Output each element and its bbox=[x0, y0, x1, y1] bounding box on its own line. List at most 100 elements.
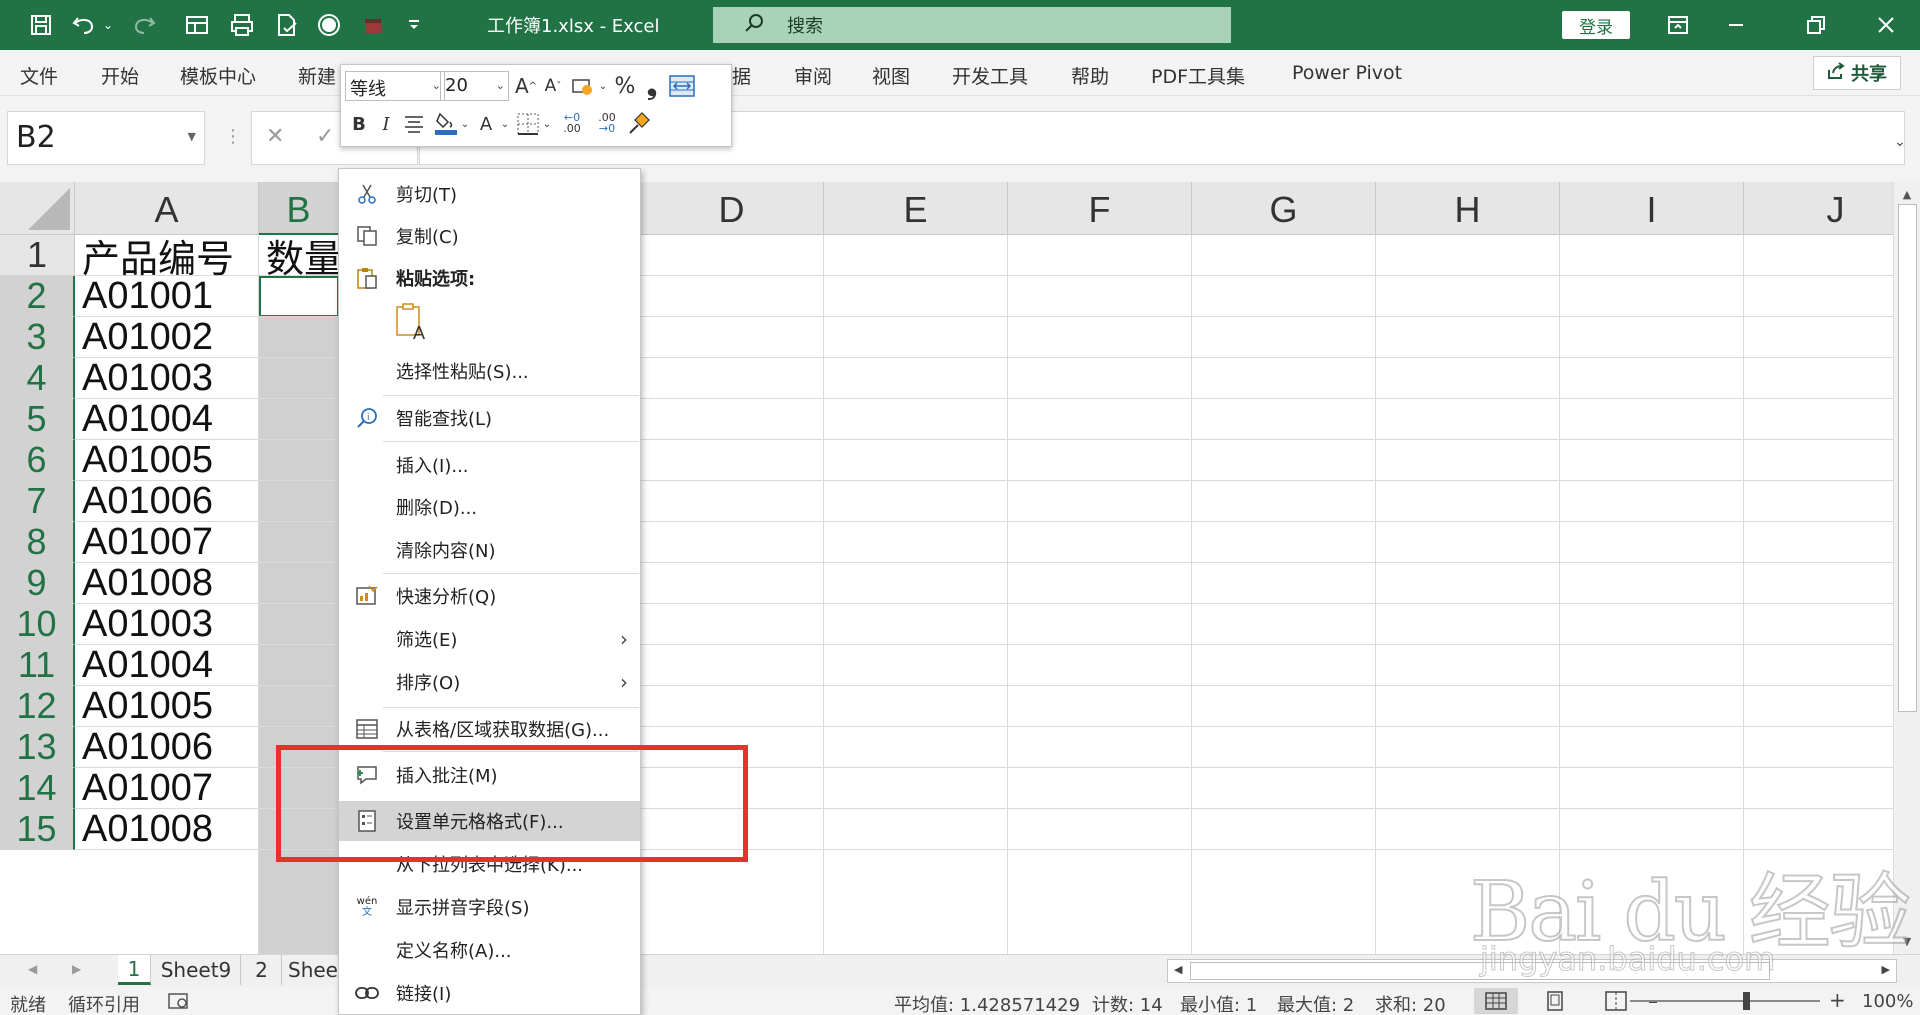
cell-a[interactable]: A01004 bbox=[75, 399, 259, 440]
row-header[interactable]: 15 bbox=[0, 808, 75, 850]
chevron-down-icon[interactable]: ⌄ bbox=[499, 110, 511, 138]
align-center-icon[interactable] bbox=[401, 110, 427, 138]
row-header[interactable]: 14 bbox=[0, 767, 75, 809]
formula-bar-splitter[interactable]: ⋮ bbox=[224, 126, 242, 147]
decrease-decimal-icon[interactable]: .00 →0 bbox=[591, 109, 623, 137]
print-preview-icon[interactable] bbox=[228, 12, 256, 38]
form-icon[interactable] bbox=[183, 12, 211, 38]
paste-text-only-icon[interactable]: A bbox=[394, 301, 430, 343]
chevron-down-icon[interactable]: ⌄ bbox=[459, 110, 471, 138]
search-box[interactable]: 搜索 bbox=[713, 7, 1231, 43]
cancel-icon[interactable]: ✕ bbox=[266, 124, 284, 149]
cell-b[interactable]: 数量 bbox=[259, 235, 339, 276]
menu-item-define-name[interactable]: 定义名称(A)... bbox=[339, 930, 640, 970]
decrease-font-size-icon[interactable]: Aˇ bbox=[541, 72, 565, 100]
chevron-down-icon[interactable]: ⌄ bbox=[541, 110, 553, 138]
column-header-d[interactable]: D bbox=[640, 182, 824, 235]
status-sum[interactable]: 求和: 20 bbox=[1375, 991, 1446, 1015]
cell-a[interactable]: A01007 bbox=[75, 768, 259, 809]
menu-item-show-pinyin[interactable]: wén 文 显示拼音字段(S) bbox=[339, 887, 640, 927]
menu-item-link[interactable]: 链接(I) bbox=[339, 973, 640, 1013]
tab-view[interactable]: 视图 bbox=[872, 62, 910, 89]
cell-a[interactable]: A01006 bbox=[75, 481, 259, 522]
font-color-icon[interactable]: A bbox=[475, 110, 497, 138]
tab-pdf-tools[interactable]: PDF工具集 bbox=[1151, 62, 1245, 89]
column-header-a[interactable]: A bbox=[75, 182, 259, 235]
status-circular-reference[interactable]: 循环引用 bbox=[68, 991, 140, 1015]
column-header-f[interactable]: F bbox=[1008, 182, 1192, 235]
menu-item-filter[interactable]: 筛选(E) › bbox=[339, 619, 640, 659]
sheet-tab[interactable]: Sheet9 bbox=[152, 955, 241, 985]
column-header-e[interactable]: E bbox=[824, 182, 1008, 235]
row-header[interactable]: 2 bbox=[0, 275, 75, 317]
record-icon[interactable] bbox=[316, 12, 342, 38]
cell-a[interactable]: A01004 bbox=[75, 645, 259, 686]
status-max[interactable]: 最大值: 2 bbox=[1277, 991, 1354, 1015]
row-header[interactable]: 10 bbox=[0, 603, 75, 645]
merge-center-icon[interactable] bbox=[667, 72, 697, 100]
row-header[interactable]: 12 bbox=[0, 685, 75, 727]
font-name-box[interactable]: 等线 ⌄ bbox=[345, 71, 445, 101]
menu-item-clear-contents[interactable]: 清除内容(N) bbox=[339, 530, 640, 570]
row-header[interactable]: 13 bbox=[0, 726, 75, 768]
save-icon[interactable] bbox=[28, 12, 54, 38]
cell-a[interactable]: A01002 bbox=[75, 317, 259, 358]
tab-power-pivot[interactable]: Power Pivot bbox=[1292, 62, 1402, 84]
page-layout-view-icon[interactable] bbox=[1533, 988, 1577, 1014]
status-min[interactable]: 最小值: 1 bbox=[1180, 991, 1257, 1015]
bold-icon[interactable]: B bbox=[347, 110, 371, 138]
tab-new[interactable]: 新建 bbox=[298, 62, 336, 89]
font-size-box[interactable]: 20 ⌄ bbox=[440, 71, 509, 101]
undo-icon[interactable] bbox=[70, 12, 100, 38]
menu-item-quick-analysis[interactable]: 快速分析(Q) bbox=[339, 576, 640, 616]
tab-home[interactable]: 开始 bbox=[101, 62, 139, 89]
zoom-in-icon[interactable]: + bbox=[1829, 988, 1846, 1012]
scroll-right-icon[interactable]: ▶ bbox=[1882, 963, 1890, 976]
row-header[interactable]: 4 bbox=[0, 357, 75, 399]
row-header[interactable]: 6 bbox=[0, 439, 75, 481]
row-header[interactable]: 3 bbox=[0, 316, 75, 358]
row-header[interactable]: 1 bbox=[0, 234, 75, 276]
cell-a[interactable]: A01001 bbox=[75, 276, 259, 317]
increase-font-size-icon[interactable]: A ^ bbox=[513, 72, 539, 100]
prev-sheet-icon[interactable]: ◀ bbox=[28, 962, 37, 976]
format-painter-icon[interactable] bbox=[625, 110, 653, 138]
cell-a[interactable]: A01005 bbox=[75, 686, 259, 727]
column-header-b[interactable]: B bbox=[259, 182, 339, 235]
expand-formula-bar-icon[interactable]: ⌄ bbox=[1894, 134, 1906, 150]
cell-a[interactable]: A01008 bbox=[75, 563, 259, 604]
sheet-tab[interactable]: Shee bbox=[283, 955, 343, 985]
customize-qat-icon[interactable] bbox=[404, 12, 424, 38]
fill-color-icon[interactable] bbox=[433, 109, 459, 137]
select-all-button[interactable] bbox=[0, 182, 75, 235]
restore-icon[interactable] bbox=[1796, 10, 1836, 40]
row-header[interactable]: 11 bbox=[0, 644, 75, 686]
cell-a[interactable]: A01005 bbox=[75, 440, 259, 481]
share-button[interactable]: 共享 bbox=[1813, 56, 1901, 90]
zoom-level[interactable]: 100% bbox=[1862, 991, 1913, 1012]
vertical-scrollbar[interactable]: ▲ ▼ bbox=[1893, 182, 1920, 954]
next-sheet-icon[interactable]: ▶ bbox=[72, 962, 81, 976]
redo-icon[interactable] bbox=[128, 12, 158, 38]
menu-item-cut[interactable]: 剪切(T) bbox=[339, 174, 640, 214]
menu-item-paste-special[interactable]: 选择性粘贴(S)... bbox=[339, 351, 640, 391]
sheet-tab[interactable]: 1 bbox=[118, 955, 151, 985]
tab-file[interactable]: 文件 bbox=[20, 62, 58, 89]
menu-item-get-data-from-table[interactable]: 从表格/区域获取数据(G)... bbox=[339, 709, 640, 749]
tab-template-center[interactable]: 模板中心 bbox=[180, 62, 256, 89]
cell-a[interactable]: A01003 bbox=[75, 358, 259, 399]
borders-icon[interactable] bbox=[515, 110, 541, 138]
tab-review[interactable]: 审阅 bbox=[794, 62, 832, 89]
minimize-icon[interactable] bbox=[1716, 10, 1756, 40]
menu-item-delete[interactable]: 删除(D)... bbox=[339, 487, 640, 527]
chevron-down-icon[interactable]: ⌄ bbox=[597, 72, 609, 100]
row-header[interactable]: 7 bbox=[0, 480, 75, 522]
enter-icon[interactable]: ✓ bbox=[316, 124, 334, 149]
chevron-down-icon[interactable]: ⌄ bbox=[496, 79, 505, 92]
name-box-dropdown-icon[interactable]: ▼ bbox=[188, 130, 196, 143]
row-header[interactable]: 5 bbox=[0, 398, 75, 440]
cell-a[interactable]: A01006 bbox=[75, 727, 259, 768]
status-average[interactable]: 平均值: 1.428571429 bbox=[894, 991, 1080, 1015]
row-header[interactable]: 9 bbox=[0, 562, 75, 604]
column-header-h[interactable]: H bbox=[1376, 182, 1560, 235]
